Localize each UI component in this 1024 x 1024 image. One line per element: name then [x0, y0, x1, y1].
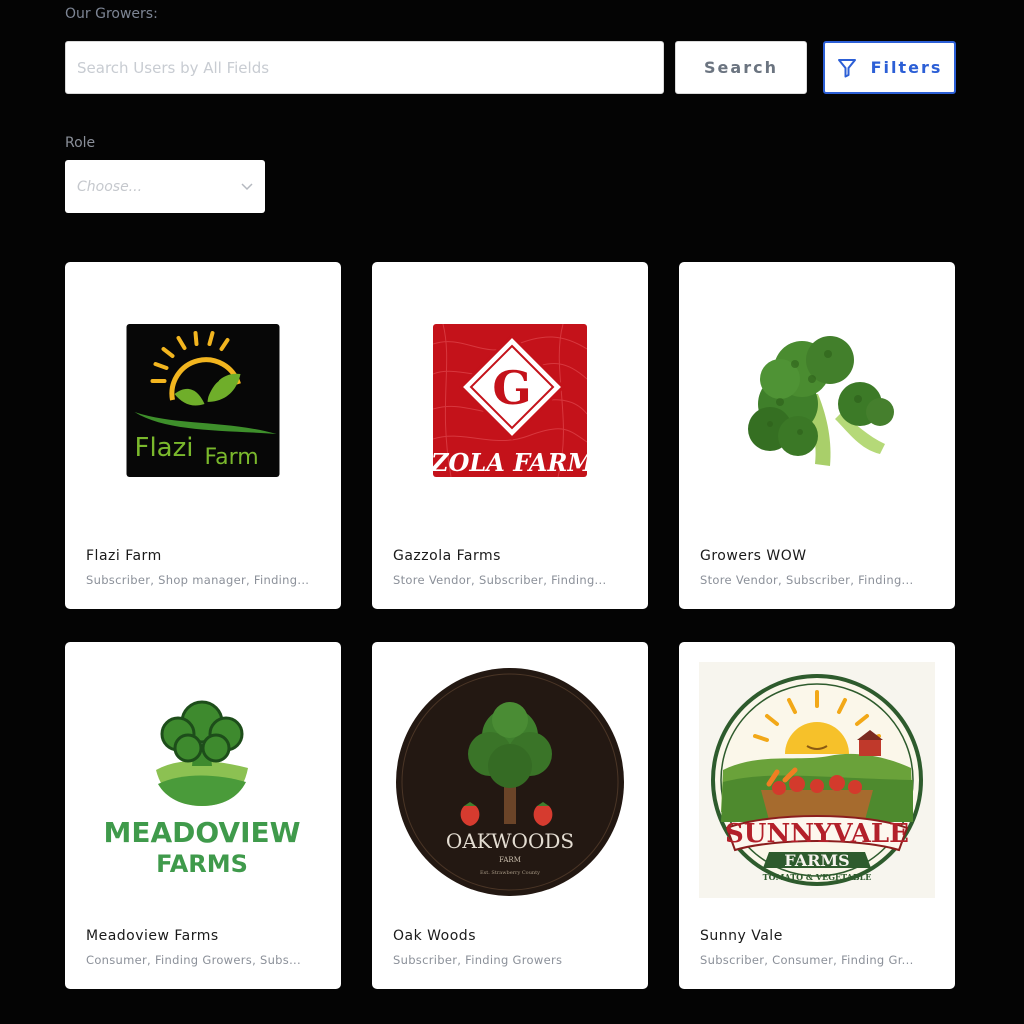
flazi-farm-logo: Flazi Farm	[126, 324, 280, 477]
meadoview-farms-logo: MEADOVIEW FARMS	[103, 700, 301, 878]
filters-button-label: Filters	[870, 58, 943, 77]
grower-card[interactable]: MEADOVIEW FARMS Meadoview Farms Consumer…	[65, 642, 341, 989]
grower-card[interactable]: G ZOLA FARM Gazzola Farms Store Vendor, …	[372, 262, 648, 609]
search-button[interactable]: Search	[675, 41, 807, 94]
card-roles: Store Vendor, Subscriber, Finding...	[700, 573, 914, 587]
role-label: Role	[65, 135, 96, 151]
gazzola-logo-letter: G	[492, 361, 531, 415]
role-select[interactable]: Choose...	[65, 160, 265, 213]
grower-card[interactable]: Growers WOW Store Vendor, Subscriber, Fi…	[679, 262, 955, 609]
card-name[interactable]: Meadoview Farms	[86, 928, 219, 944]
sunnyvale-farms-logo: SUNNYVALE FARMS TOMATO & VEGETABLE	[699, 662, 935, 898]
section-title: Our Growers:	[65, 6, 158, 22]
card-roles: Subscriber, Shop manager, Finding...	[86, 573, 310, 587]
card-name[interactable]: Flazi Farm	[86, 548, 162, 564]
meadoview-logo-text-2: FARMS	[156, 850, 248, 878]
card-roles: Subscriber, Finding Growers	[393, 953, 563, 967]
filter-icon	[837, 58, 856, 77]
gazzola-farms-logo: G ZOLA FARM	[433, 324, 587, 477]
card-name[interactable]: Growers WOW	[700, 548, 807, 564]
grower-card[interactable]: OAKWOODS FARM Est. Strawberry County Oak…	[372, 642, 648, 989]
search-input[interactable]	[65, 41, 664, 94]
oakwoods-logo-text-1: OAKWOODS	[446, 829, 574, 853]
sunnyvale-logo-text-3: TOMATO & VEGETABLE	[763, 872, 872, 882]
meadoview-logo-text-1: MEADOVIEW	[103, 816, 300, 849]
grower-card[interactable]: SUNNYVALE FARMS TOMATO & VEGETABLE Sunny…	[679, 642, 955, 989]
oakwoods-logo-text-3: Est. Strawberry County	[480, 870, 540, 876]
card-roles: Store Vendor, Subscriber, Finding...	[393, 573, 607, 587]
grower-card[interactable]: Flazi Farm Flazi Farm Subscriber, Shop m…	[65, 262, 341, 609]
flazi-logo-text-2: Farm	[205, 445, 259, 470]
sunnyvale-logo-text-2: FARMS	[784, 851, 849, 870]
chevron-down-icon	[241, 182, 253, 190]
oakwoods-logo: OAKWOODS FARM Est. Strawberry County	[396, 668, 624, 896]
broccoli-image	[740, 324, 894, 477]
card-name[interactable]: Oak Woods	[393, 928, 476, 944]
card-roles: Subscriber, Consumer, Finding Gr...	[700, 953, 914, 967]
sunnyvale-logo-text-1: SUNNYVALE	[725, 819, 909, 849]
gazzola-logo-text: ZOLA FARM	[433, 448, 587, 477]
role-select-value: Choose...	[77, 178, 143, 195]
filters-button[interactable]: Filters	[823, 41, 956, 94]
growers-grid: Flazi Farm Flazi Farm Subscriber, Shop m…	[65, 262, 956, 989]
card-name[interactable]: Gazzola Farms	[393, 548, 501, 564]
card-roles: Consumer, Finding Growers, Subs...	[86, 953, 301, 967]
flazi-logo-text-1: Flazi	[135, 433, 194, 463]
card-name[interactable]: Sunny Vale	[700, 928, 783, 944]
oakwoods-logo-text-2: FARM	[499, 856, 521, 864]
